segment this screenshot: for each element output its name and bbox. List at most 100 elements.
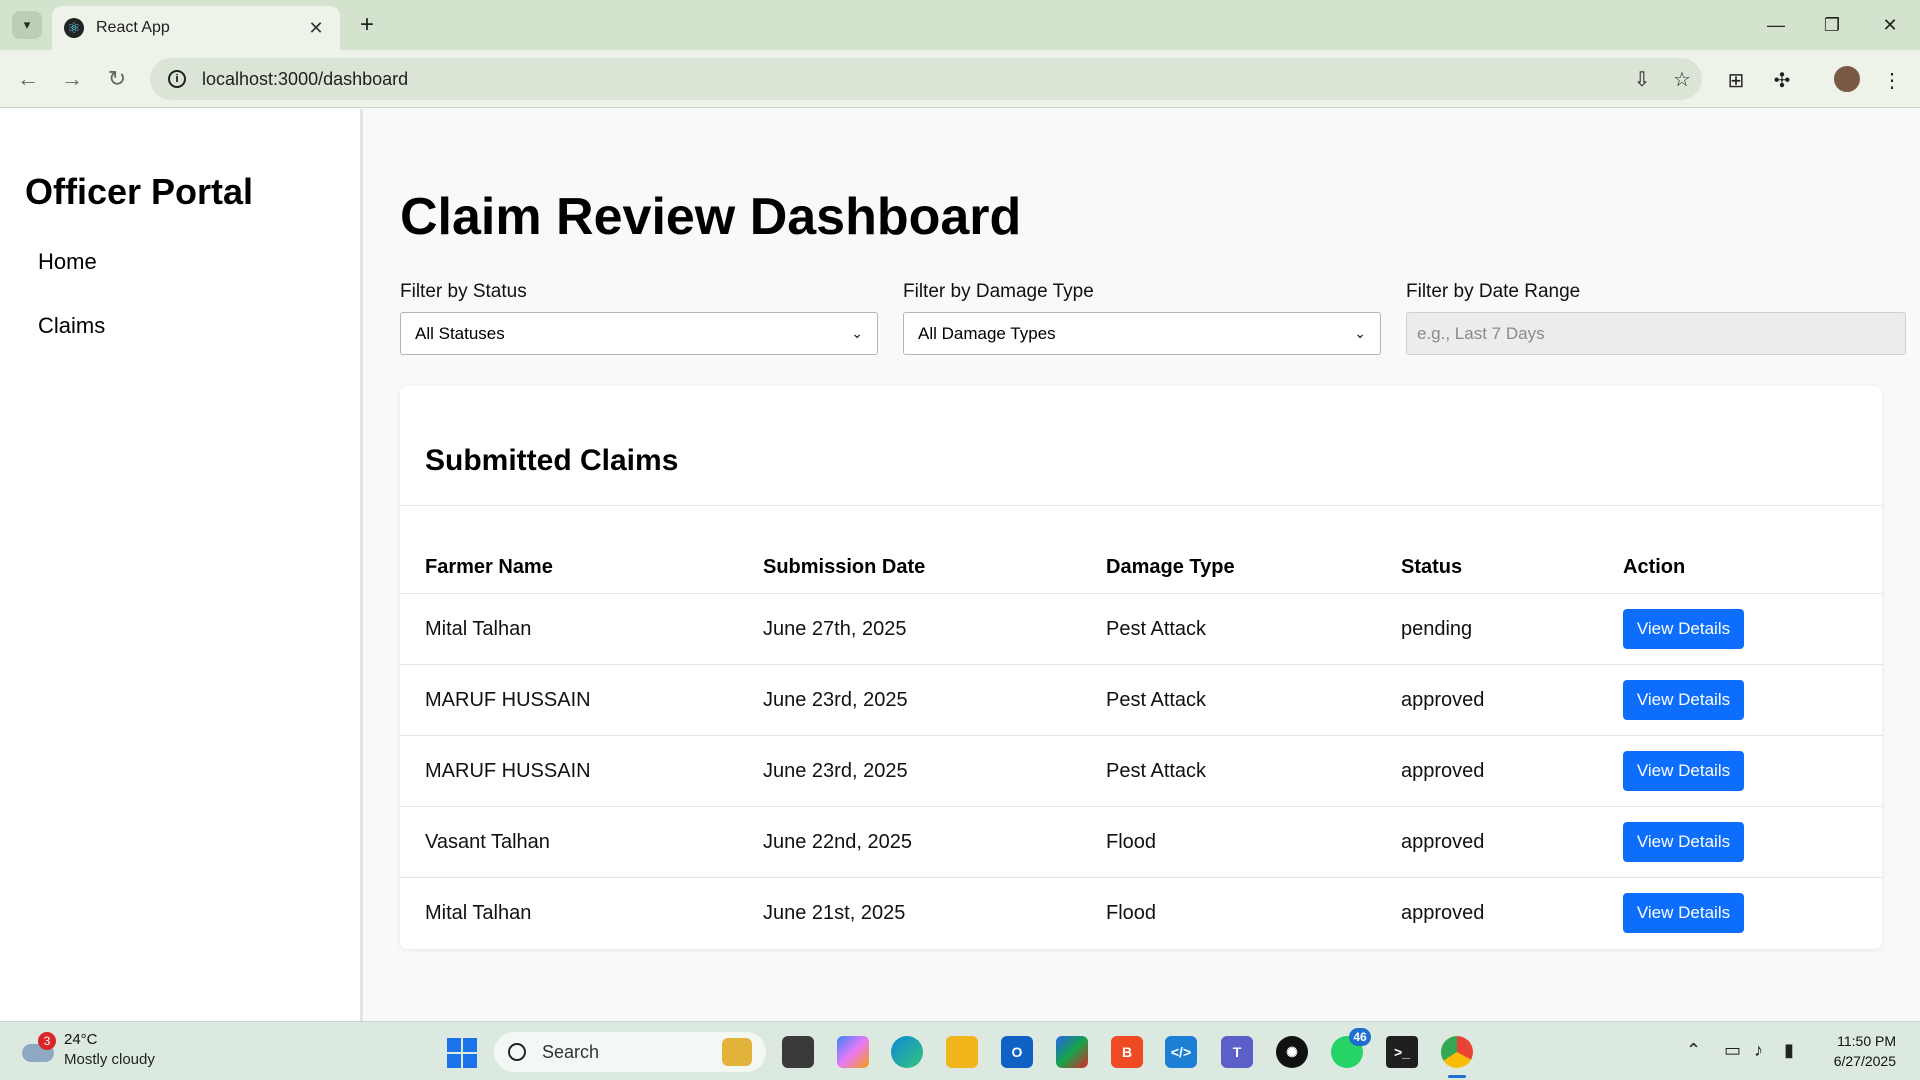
clock-date[interactable]: 6/27/2025 [1820, 1053, 1896, 1069]
install-app-icon[interactable]: ⇩ [1622, 61, 1662, 97]
date-filter-label: Filter by Date Range [1406, 281, 1581, 302]
status-cell: approved [1401, 831, 1485, 853]
maximize-button[interactable]: ❐ [1812, 8, 1852, 42]
status-filter-value: All Statuses [415, 323, 505, 343]
whatsapp-badge: 46 [1349, 1028, 1371, 1046]
tab-search-button[interactable]: ▾ [12, 11, 42, 39]
table-row: MARUF HUSSAIN June 23rd, 2025 Pest Attac… [400, 736, 1882, 807]
status-cell: approved [1401, 760, 1485, 782]
claims-card: Submitted Claims Farmer Name Submission … [400, 386, 1882, 949]
sidebar-item-home[interactable]: Home [38, 249, 97, 275]
submission-date-cell: June 23rd, 2025 [763, 689, 908, 711]
clock-time[interactable]: 11:50 PM [1830, 1033, 1896, 1049]
profile-avatar[interactable] [1832, 64, 1862, 94]
weather-badge: 3 [38, 1032, 56, 1050]
claims-card-title: Submitted Claims [425, 444, 679, 477]
react-favicon-icon: ⚛ [64, 18, 84, 38]
status-cell: approved [1401, 902, 1485, 924]
reload-icon[interactable]: ↻ [102, 64, 132, 94]
chatgpt-icon[interactable]: ✺ [1276, 1036, 1308, 1068]
status-filter-label: Filter by Status [400, 281, 527, 302]
file-explorer-icon[interactable] [946, 1036, 978, 1068]
taskbar-search-label: Search [542, 1041, 600, 1062]
divider [400, 505, 1882, 506]
chevron-up-icon[interactable]: ⌃ [1686, 1040, 1701, 1061]
view-details-button[interactable]: View Details [1623, 822, 1744, 862]
sidebar-item-claims[interactable]: Claims [38, 313, 105, 339]
network-icon[interactable]: ▭ [1724, 1040, 1741, 1061]
more-menu-icon[interactable]: ⋮ [1876, 64, 1908, 96]
table-row: MARUF HUSSAIN June 23rd, 2025 Pest Attac… [400, 665, 1882, 736]
sidebar: Officer Portal Home Claims [0, 109, 363, 1021]
taskbar-search[interactable]: Search [494, 1032, 766, 1072]
address-bar[interactable]: i localhost:3000/dashboard ⇩ ☆ [150, 58, 1702, 100]
outlook-icon[interactable]: O [1001, 1036, 1033, 1068]
active-app-indicator [1448, 1075, 1466, 1078]
windows-start-icon[interactable] [447, 1038, 477, 1068]
battery-icon[interactable]: ▮ [1784, 1040, 1794, 1061]
damage-filter-select[interactable]: All Damage Types ⌄ [903, 312, 1381, 355]
status-cell: pending [1401, 618, 1473, 640]
taskbar: 3 24°C Mostly cloudy Search O B </> T ✺ … [0, 1021, 1920, 1080]
search-highlight-icon [722, 1038, 752, 1066]
site-info-icon[interactable]: i [156, 70, 198, 88]
minimize-button[interactable]: — [1756, 8, 1796, 42]
forward-icon[interactable]: → [57, 64, 87, 94]
submission-date-cell: June 21st, 2025 [763, 902, 906, 924]
view-details-button[interactable]: View Details [1623, 893, 1744, 933]
column-header-status: Status [1401, 556, 1463, 578]
damage-type-cell: Flood [1106, 831, 1157, 853]
close-tab-icon[interactable]: ✕ [304, 18, 328, 39]
farmer-name-cell: Mital Talhan [425, 618, 532, 640]
farmer-name-cell: MARUF HUSSAIN [425, 760, 591, 782]
brave-browser-icon[interactable]: B [1111, 1036, 1143, 1068]
copilot-icon[interactable] [837, 1036, 869, 1068]
date-range-input[interactable]: e.g., Last 7 Days [1406, 312, 1906, 355]
damage-type-cell: Flood [1106, 902, 1157, 924]
brand-title: Officer Portal [25, 171, 254, 212]
chrome-icon[interactable] [1441, 1036, 1473, 1068]
damage-type-cell: Pest Attack [1106, 760, 1207, 782]
damage-type-cell: Pest Attack [1106, 618, 1207, 640]
submission-date-cell: June 22nd, 2025 [763, 831, 913, 853]
teams-icon[interactable]: T [1221, 1036, 1253, 1068]
extensions-puzzle-icon[interactable]: ✣ [1766, 64, 1798, 96]
bookmark-star-icon[interactable]: ☆ [1662, 61, 1702, 97]
table-row: Vasant Talhan June 22nd, 2025 Flood appr… [400, 807, 1882, 878]
terminal-icon[interactable]: >_ [1386, 1036, 1418, 1068]
task-view-icon[interactable] [782, 1036, 814, 1068]
url-text[interactable]: localhost:3000/dashboard [202, 69, 1622, 90]
search-icon [508, 1043, 526, 1061]
edge-browser-icon[interactable] [891, 1036, 923, 1068]
vscode-icon[interactable]: </> [1165, 1036, 1197, 1068]
browser-tab-bar: ▾ ⚛ React App ✕ + — ❐ ✕ [0, 0, 1920, 50]
weather-cloud-icon[interactable]: 3 [22, 1032, 56, 1062]
weather-temperature[interactable]: 24°C [64, 1031, 98, 1048]
browser-tab[interactable]: ⚛ React App ✕ [52, 6, 340, 50]
farmer-name-cell: Mital Talhan [425, 902, 532, 924]
view-details-button[interactable]: View Details [1623, 680, 1744, 720]
back-icon[interactable]: ← [13, 64, 43, 94]
damage-filter-label: Filter by Damage Type [903, 281, 1094, 302]
volume-icon[interactable]: ♪ [1754, 1040, 1763, 1061]
page-title: Claim Review Dashboard [400, 188, 1022, 246]
new-tab-button[interactable]: + [352, 10, 382, 40]
submission-date-cell: June 27th, 2025 [763, 618, 907, 640]
view-details-button[interactable]: View Details [1623, 609, 1744, 649]
weather-condition[interactable]: Mostly cloudy [64, 1051, 155, 1068]
damage-type-cell: Pest Attack [1106, 689, 1207, 711]
submission-date-cell: June 23rd, 2025 [763, 760, 908, 782]
table-row: Mital Talhan June 27th, 2025 Pest Attack… [400, 594, 1882, 665]
farmer-name-cell: Vasant Talhan [425, 831, 550, 853]
close-window-button[interactable]: ✕ [1870, 8, 1910, 42]
view-details-button[interactable]: View Details [1623, 751, 1744, 791]
column-header-damage: Damage Type [1106, 556, 1235, 578]
whatsapp-icon[interactable]: 46 [1331, 1028, 1371, 1068]
farmer-name-cell: MARUF HUSSAIN [425, 689, 591, 711]
browser-toolbar: ← → ↻ i localhost:3000/dashboard ⇩ ☆ ⊞ ✣… [0, 50, 1920, 108]
tab-title: React App [96, 19, 170, 36]
column-header-date: Submission Date [763, 556, 926, 578]
translate-extension-icon[interactable]: ⊞ [1720, 64, 1752, 96]
microsoft-365-icon[interactable] [1056, 1036, 1088, 1068]
status-filter-select[interactable]: All Statuses ⌄ [400, 312, 878, 355]
